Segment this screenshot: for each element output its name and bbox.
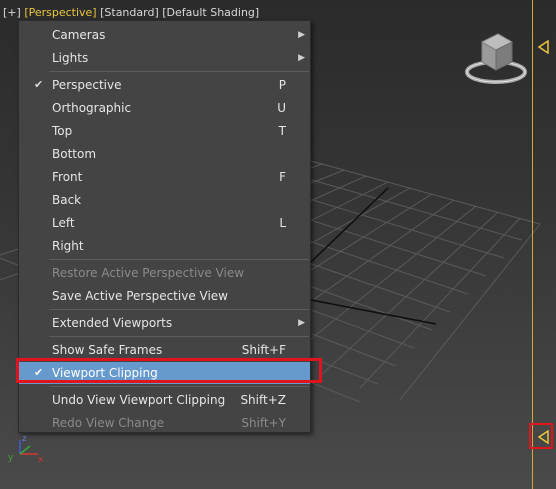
- menu-shortcut: U: [277, 101, 286, 115]
- menu-item-orthographic[interactable]: Orthographic U: [19, 97, 310, 119]
- menu-shortcut: F: [279, 170, 286, 184]
- menu-item-label: Cameras: [52, 28, 106, 42]
- axis-tripod-icon: z y x: [8, 434, 44, 464]
- viewport-plus-menu[interactable]: [+]: [3, 6, 21, 19]
- viewport-mode-menu[interactable]: [Standard]: [100, 6, 159, 19]
- menu-item-right[interactable]: Right: [19, 235, 310, 257]
- clip-far-handle-icon[interactable]: [538, 40, 550, 54]
- menu-item-left[interactable]: Left L: [19, 212, 310, 234]
- menu-separator: [49, 259, 309, 260]
- menu-item-label: Bottom: [52, 147, 97, 161]
- menu-item-perspective[interactable]: ✔ Perspective P: [19, 74, 310, 96]
- menu-item-label: Orthographic: [52, 101, 132, 115]
- axis-y-label: y: [8, 453, 14, 463]
- menu-item-back[interactable]: Back: [19, 189, 310, 211]
- viewport-shading-menu[interactable]: [Default Shading]: [162, 6, 259, 19]
- axis-z-label: z: [22, 434, 27, 444]
- menu-item-label: Front: [52, 170, 83, 184]
- menu-item-cameras[interactable]: Cameras ▶: [19, 24, 310, 46]
- submenu-arrow-icon: ▶: [298, 318, 305, 328]
- menu-separator: [49, 309, 309, 310]
- menu-separator: [49, 386, 309, 387]
- menu-separator: [49, 336, 309, 337]
- submenu-arrow-icon: ▶: [298, 53, 305, 63]
- menu-item-label: Right: [52, 239, 84, 253]
- menu-shortcut: Shift+Y: [241, 416, 286, 430]
- menu-item-label: Extended Viewports: [52, 316, 173, 330]
- submenu-arrow-icon: ▶: [298, 30, 305, 40]
- viewcube-icon[interactable]: [462, 30, 530, 86]
- clip-near-handle-icon[interactable]: [538, 430, 550, 444]
- clipping-range-line: [532, 0, 533, 489]
- menu-shortcut: P: [278, 78, 286, 92]
- menu-item-label: Perspective: [52, 78, 122, 92]
- menu-item-label: Restore Active Perspective View: [52, 266, 245, 280]
- menu-shortcut: Shift+Z: [240, 393, 286, 407]
- menu-item-bottom[interactable]: Bottom: [19, 143, 310, 165]
- menu-shortcut: T: [278, 124, 286, 138]
- menu-item-top[interactable]: Top T: [19, 120, 310, 142]
- menu-item-label: Lights: [52, 51, 89, 65]
- menu-item-label: Save Active Perspective View: [52, 289, 228, 303]
- viewport-view-menu[interactable]: [Perspective]: [24, 6, 96, 19]
- menu-item-restore-view: Restore Active Perspective View: [19, 262, 310, 284]
- menu-item-front[interactable]: Front F: [19, 166, 310, 188]
- menu-item-label: Top: [52, 124, 73, 138]
- check-icon: ✔: [34, 78, 44, 91]
- menu-item-lights[interactable]: Lights ▶: [19, 47, 310, 69]
- menu-item-save-view[interactable]: Save Active Perspective View: [19, 285, 310, 307]
- menu-item-label: Left: [52, 216, 75, 230]
- viewport-label: [+] [Perspective] [Standard] [Default Sh…: [3, 6, 259, 20]
- menu-shortcut: L: [279, 216, 286, 230]
- menu-item-undo-view[interactable]: Undo View Viewport Clipping Shift+Z: [19, 389, 310, 411]
- menu-item-label: Undo View Viewport Clipping: [52, 393, 226, 407]
- menu-item-label: Back: [52, 193, 82, 207]
- axis-x-label: x: [38, 455, 44, 464]
- menu-item-extended-viewports[interactable]: Extended Viewports ▶: [19, 312, 310, 334]
- menu-separator: [49, 71, 309, 72]
- menu-item-label: Redo View Change: [52, 416, 165, 430]
- menu-item-redo-view: Redo View Change Shift+Y: [19, 412, 310, 434]
- viewport-clipping-highlight: [16, 358, 322, 383]
